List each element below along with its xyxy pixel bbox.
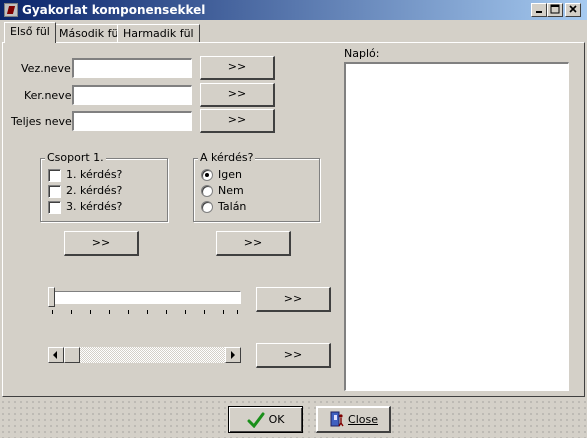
trackbar-tick xyxy=(71,310,72,314)
firstname-button[interactable]: >> xyxy=(200,83,275,107)
close-label: Close xyxy=(348,412,378,426)
checkbox-label-1: 1. kérdés? xyxy=(66,168,123,181)
lastname-input[interactable] xyxy=(72,58,192,78)
checkbox-label-2: 2. kérdés? xyxy=(66,184,123,197)
window-title: Gyakorlat komponensekkel xyxy=(22,3,206,17)
tab-third[interactable]: Harmadik fül xyxy=(117,24,200,42)
radio-no[interactable] xyxy=(201,185,213,197)
radio-label-no: Nem xyxy=(218,184,244,197)
close-icon xyxy=(569,5,577,13)
ok-label: OK xyxy=(268,413,285,426)
trackbar-thumb[interactable] xyxy=(48,287,55,307)
log-memo[interactable] xyxy=(344,62,569,391)
scrollbar-button[interactable]: >> xyxy=(256,343,331,368)
radio-maybe[interactable] xyxy=(201,201,213,213)
trackbar-tick xyxy=(90,310,91,314)
trackbar-tick xyxy=(52,310,53,314)
trackbar-tick xyxy=(237,310,238,314)
checkbox-question-3[interactable] xyxy=(48,201,61,214)
field-label-fullname: Teljes neve: xyxy=(11,115,76,128)
tab-first[interactable]: Első fül xyxy=(4,22,56,43)
checkbox-label-3: 3. kérdés? xyxy=(66,200,123,213)
maximize-button[interactable] xyxy=(547,3,563,17)
group-radios-title: A kérdés? xyxy=(198,151,256,164)
trackbar-tick xyxy=(128,310,129,314)
radio-label-yes: Igen xyxy=(218,168,242,181)
fullname-button[interactable]: >> xyxy=(200,109,275,133)
trackbar-tick xyxy=(204,310,205,314)
checkmark-icon xyxy=(247,412,265,428)
field-label-lastname: Vez.neve: xyxy=(21,62,75,75)
trackbar-channel[interactable] xyxy=(49,291,241,304)
group-radios-button[interactable]: >> xyxy=(216,231,291,256)
close-window-button[interactable] xyxy=(565,3,581,17)
radio-yes[interactable] xyxy=(201,169,213,181)
trackbar-tick xyxy=(185,310,186,314)
arrow-left-icon xyxy=(53,351,57,359)
log-label: Napló: xyxy=(344,47,380,60)
close-button[interactable]: Close xyxy=(316,406,391,433)
field-label-firstname: Ker.neve: xyxy=(24,89,76,102)
group-checkboxes-title: Csoport 1. xyxy=(45,151,106,164)
scroll-thumb[interactable] xyxy=(64,347,80,363)
fullname-input[interactable] xyxy=(72,111,192,131)
arrow-right-icon xyxy=(231,351,235,359)
radio-label-maybe: Talán xyxy=(218,200,247,213)
trackbar-tick xyxy=(223,310,224,314)
trackbar-tick xyxy=(109,310,110,314)
trackbar-tick xyxy=(166,310,167,314)
app-icon[interactable] xyxy=(4,3,18,17)
trackbar-tick xyxy=(147,310,148,314)
scroll-left-button[interactable] xyxy=(48,347,64,363)
lastname-button[interactable]: >> xyxy=(200,56,275,80)
maximize-icon xyxy=(550,4,560,14)
door-exit-icon xyxy=(330,411,344,427)
minimize-icon xyxy=(536,11,542,13)
scroll-right-button[interactable] xyxy=(225,347,241,363)
minimize-button[interactable] xyxy=(531,3,547,17)
trackbar-button[interactable]: >> xyxy=(256,287,331,312)
ok-button[interactable]: OK xyxy=(228,406,303,433)
checkbox-question-2[interactable] xyxy=(48,185,61,198)
firstname-input[interactable] xyxy=(72,85,192,105)
group-checkboxes-button[interactable]: >> xyxy=(64,231,139,256)
checkbox-question-1[interactable] xyxy=(48,169,61,182)
